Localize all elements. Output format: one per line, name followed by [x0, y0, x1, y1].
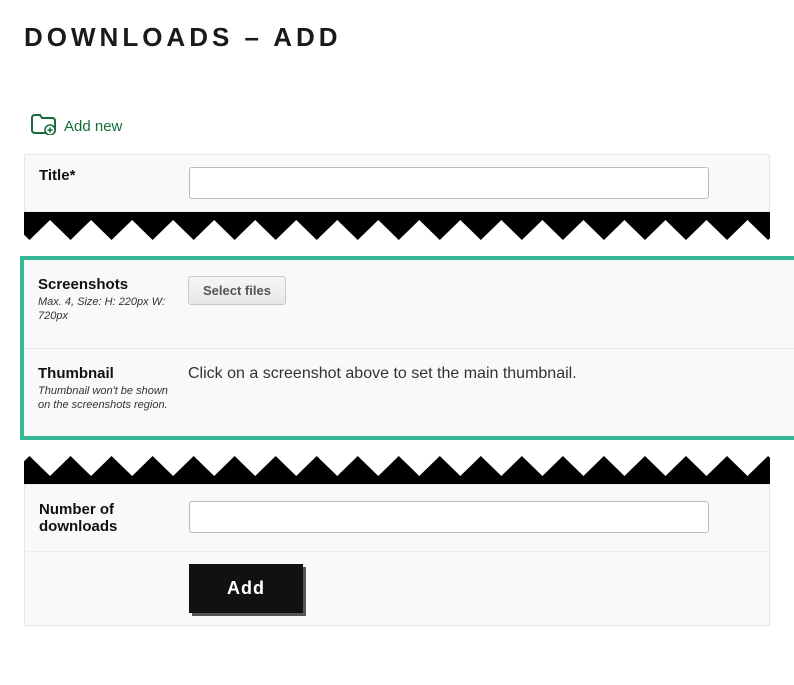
- page-title: DOWNLOADS – ADD: [24, 22, 770, 53]
- thumbnail-sublabel: Thumbnail won't be shown on the screensh…: [38, 384, 178, 413]
- screenshots-label: Screenshots: [38, 276, 178, 293]
- screenshots-sublabel: Max. 4, Size: H: 220px W: 720px: [38, 295, 178, 324]
- num-downloads-label: Number of downloads: [39, 501, 179, 535]
- num-downloads-row: Number of downloads: [25, 485, 769, 552]
- add-new-label: Add new: [64, 118, 122, 135]
- title-input[interactable]: [189, 167, 709, 199]
- thumbnail-instruction: Click on a screenshot above to set the m…: [188, 365, 780, 383]
- add-new-link[interactable]: Add new: [30, 113, 770, 140]
- add-button[interactable]: Add: [189, 564, 303, 613]
- cut-divider-bottom: [24, 440, 770, 484]
- highlighted-section: Screenshots Max. 4, Size: H: 220px W: 72…: [20, 256, 794, 440]
- num-downloads-input[interactable]: [189, 501, 709, 533]
- cut-divider-top: [24, 212, 770, 256]
- select-files-button[interactable]: Select files: [188, 276, 286, 305]
- screenshots-row: Screenshots Max. 4, Size: H: 220px W: 72…: [24, 260, 794, 349]
- title-row: Title*: [25, 155, 769, 211]
- thumbnail-row: Thumbnail Thumbnail won't be shown on th…: [24, 349, 794, 437]
- folder-plus-icon: [30, 113, 56, 140]
- thumbnail-label: Thumbnail: [38, 365, 178, 382]
- title-label: Title*: [39, 167, 179, 184]
- add-button-row: Add: [25, 552, 769, 625]
